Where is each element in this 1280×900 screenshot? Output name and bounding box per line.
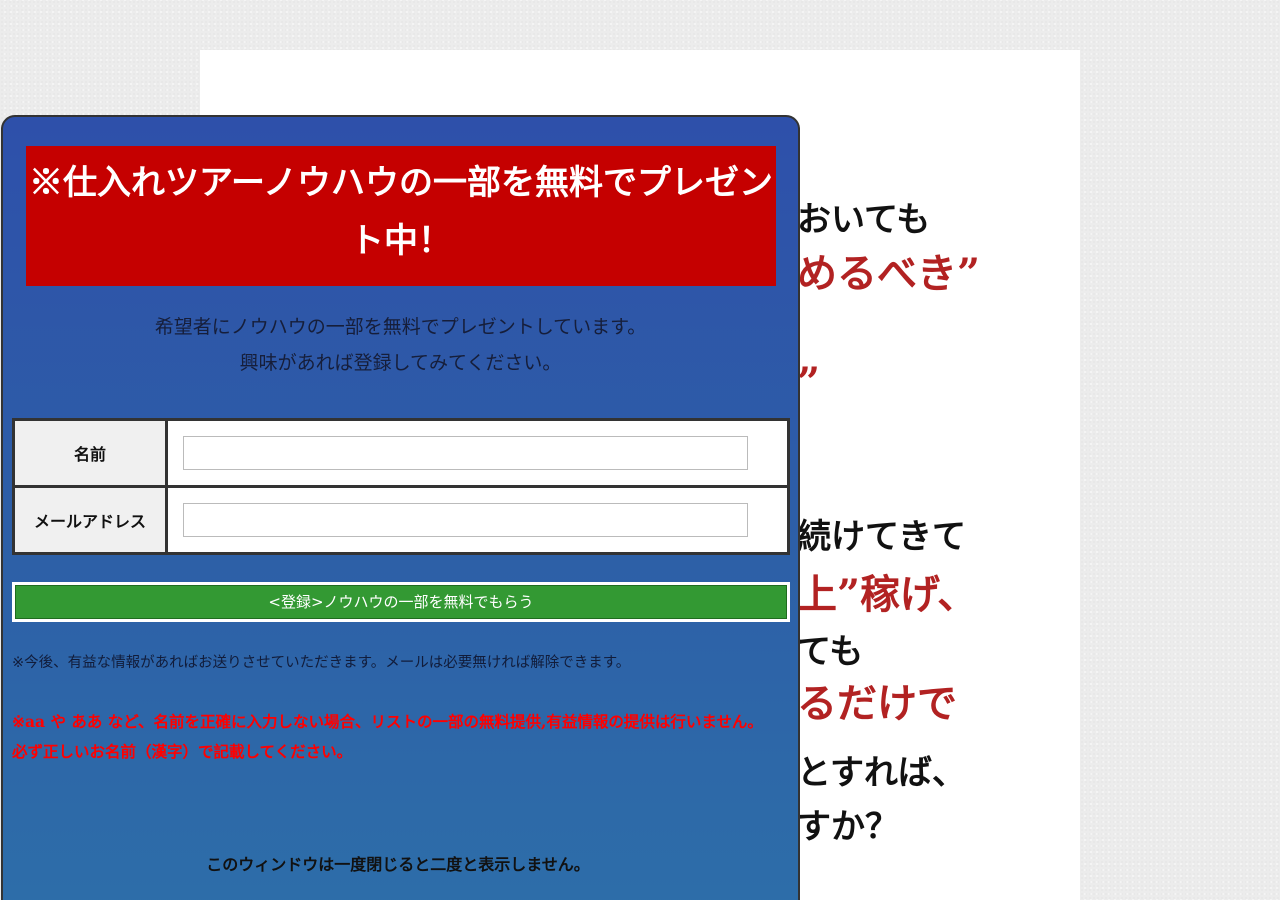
submit-button-label: <登録>ノウハウの一部を無料でもらう (15, 585, 787, 619)
email-input[interactable] (183, 503, 748, 537)
background-text-line: ” (797, 359, 821, 406)
email-label: メールアドレス (12, 485, 168, 555)
warning-line: 必ず正しいお名前（漢字）で記載してください。 (12, 742, 353, 761)
background-text-line: 続けてきて (797, 517, 966, 557)
intro-line: 希望者にノウハウの一部を無料でプレゼントしています。 (154, 316, 647, 338)
background-text-line: めるべき” (797, 250, 981, 297)
name-warning: ※aa や ああ など、名前を正確に入力しない場合、リストの一部の無料提供,有益… (12, 707, 792, 767)
background-text-line: るだけで (797, 680, 957, 727)
email-row: メールアドレス (12, 485, 790, 555)
registration-form: 名前 メールアドレス (12, 418, 790, 555)
popup-headline: ※仕入れツアーノウハウの一部を無料でプレゼント中！ (26, 146, 776, 286)
background-text-line: 上”稼げ、 (797, 571, 978, 618)
close-note: このウィンドウは一度閉じると二度と表示しません。 (206, 855, 590, 874)
background-text-line: すか？ (797, 807, 899, 847)
background-text-line: おいても (797, 200, 931, 240)
intro-line: 興味があれば登録してみてください。 (239, 352, 562, 374)
name-input-cell (165, 418, 790, 488)
background-text-line: ても (797, 632, 864, 672)
registration-popup: ※仕入れツアーノウハウの一部を無料でプレゼント中！ 希望者にノウハウの一部を無料… (1, 115, 800, 900)
unsubscribe-note: ※今後、有益な情報があればお送りさせていただきます。メールは必要無ければ解除でき… (12, 655, 631, 671)
submit-button[interactable]: <登録>ノウハウの一部を無料でもらう (12, 582, 790, 622)
name-input[interactable] (183, 436, 748, 470)
name-row: 名前 (12, 418, 790, 488)
background-text-line: とすれば、 (797, 753, 966, 793)
warning-line: ※aa や ああ など、名前を正確に入力しない場合、リストの一部の無料提供,有益… (12, 712, 763, 731)
email-input-cell (165, 485, 790, 555)
name-label: 名前 (12, 418, 168, 488)
popup-intro: 希望者にノウハウの一部を無料でプレゼントしています。 興味があれば登録してみてく… (3, 309, 798, 381)
